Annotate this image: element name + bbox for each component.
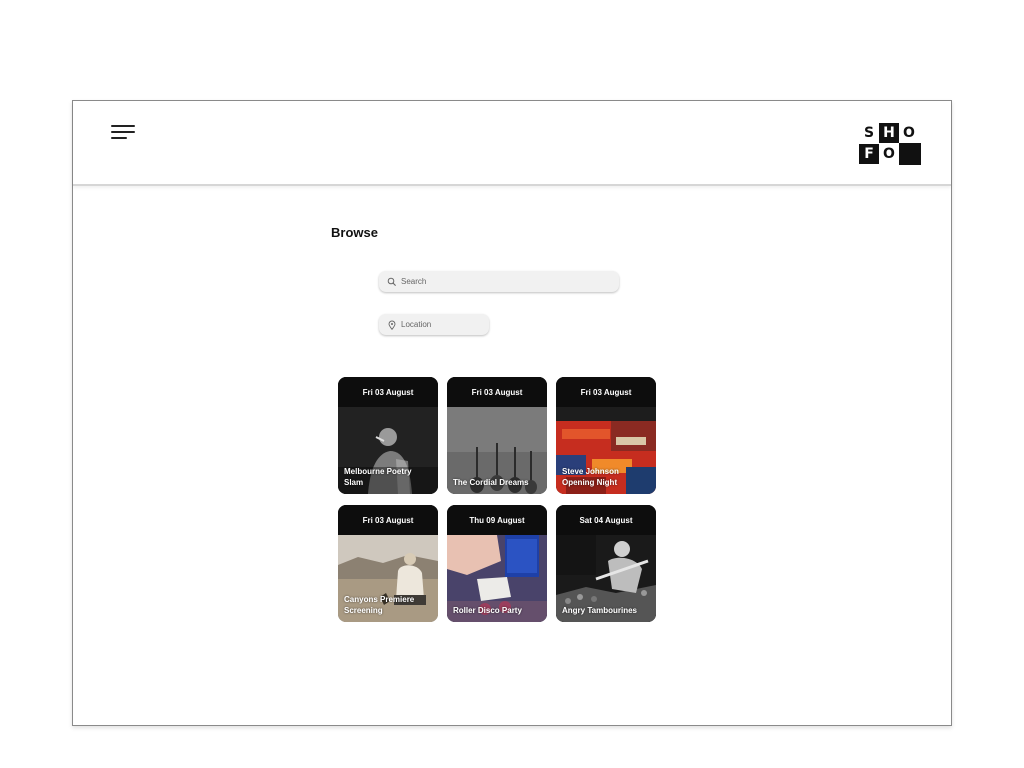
logo-letter: F	[859, 144, 879, 164]
location-pin-icon	[387, 320, 397, 330]
event-card[interactable]: Thu 09 August Roller Disco Party	[447, 505, 547, 622]
brand-logo[interactable]: S H O F O	[859, 123, 921, 165]
logo-letter: H	[879, 123, 899, 143]
event-grid: Fri 03 August Melbourne Poetry Slam Fri …	[338, 377, 658, 623]
location-field[interactable]	[379, 314, 489, 335]
top-header: S H O F O	[73, 101, 951, 186]
event-title: Angry Tambourines	[562, 606, 637, 615]
hamburger-menu-icon[interactable]	[111, 123, 135, 141]
event-date: Fri 03 August	[338, 505, 438, 535]
page-title: Browse	[331, 225, 378, 240]
location-input[interactable]	[401, 320, 489, 329]
search-input[interactable]	[401, 277, 610, 286]
event-title: Roller Disco Party	[453, 606, 522, 615]
event-date: Fri 03 August	[447, 377, 547, 407]
event-date: Thu 09 August	[447, 505, 547, 535]
event-card[interactable]: Fri 03 August Melbourne Poetry Slam	[338, 377, 438, 494]
event-card[interactable]: Fri 03 August Steve Johnson Opening Nigh…	[556, 377, 656, 494]
event-title: The Cordial Dreams	[453, 478, 529, 487]
logo-letter: S	[859, 123, 879, 143]
event-title: Steve Johnson Opening Night	[562, 467, 619, 487]
event-title: Melbourne Poetry Slam	[344, 467, 412, 487]
event-date: Fri 03 August	[338, 377, 438, 407]
logo-block	[899, 143, 921, 165]
search-field[interactable]	[379, 271, 619, 292]
search-icon	[387, 277, 397, 287]
event-date: Sat 04 August	[556, 505, 656, 535]
event-card[interactable]: Fri 03 August Canyons Premiere Screening	[338, 505, 438, 622]
event-title: Canyons Premiere Screening	[344, 595, 415, 615]
logo-letter: O	[879, 144, 899, 164]
app-frame: S H O F O Browse Fri 03 August	[72, 100, 952, 726]
event-date: Fri 03 August	[556, 377, 656, 407]
logo-letter: O	[899, 123, 919, 143]
event-card[interactable]: Fri 03 August The Cordial Dreams	[447, 377, 547, 494]
event-card[interactable]: Sat 04 August Angry Tambourines	[556, 505, 656, 622]
